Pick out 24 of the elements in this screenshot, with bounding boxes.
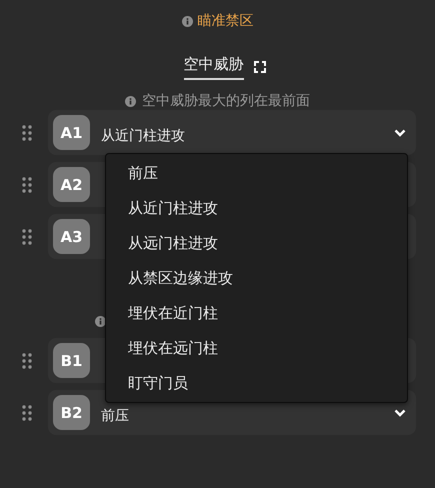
drag-handle-icon [22,352,32,368]
expand-icon [254,60,266,72]
drag-handle-icon [22,176,32,192]
menu-item[interactable]: 埋伏在近门柱 [106,296,407,331]
menu-item[interactable]: 埋伏在远门柱 [106,331,407,366]
position-badge: A1 [53,115,90,150]
menu-item[interactable]: 从远门柱进攻 [106,226,407,261]
drag-handle-icon [22,404,32,420]
position-badge: B1 [53,343,90,378]
info-icon [125,96,136,106]
position-badge: A2 [53,167,90,202]
section-title: 瞄准禁区 [198,12,254,30]
menu-item[interactable]: 从近门柱进攻 [106,191,407,226]
position-badge: A3 [53,219,90,254]
tab[interactable]: 空中威胁 [184,53,244,80]
menu-item[interactable]: 前压 [106,156,407,191]
drag-handle-icon [22,124,32,140]
drag-handle-icon [22,228,32,244]
menu-item[interactable]: 从禁区边缘进攻 [106,261,407,296]
info-icon [182,16,192,26]
hint-text: 空中威胁最大的列在最前面 [142,92,310,110]
selected-value: 前压 [101,406,130,424]
position-badge: B2 [53,395,90,430]
selected-value: 从近门柱进攻 [101,126,186,144]
